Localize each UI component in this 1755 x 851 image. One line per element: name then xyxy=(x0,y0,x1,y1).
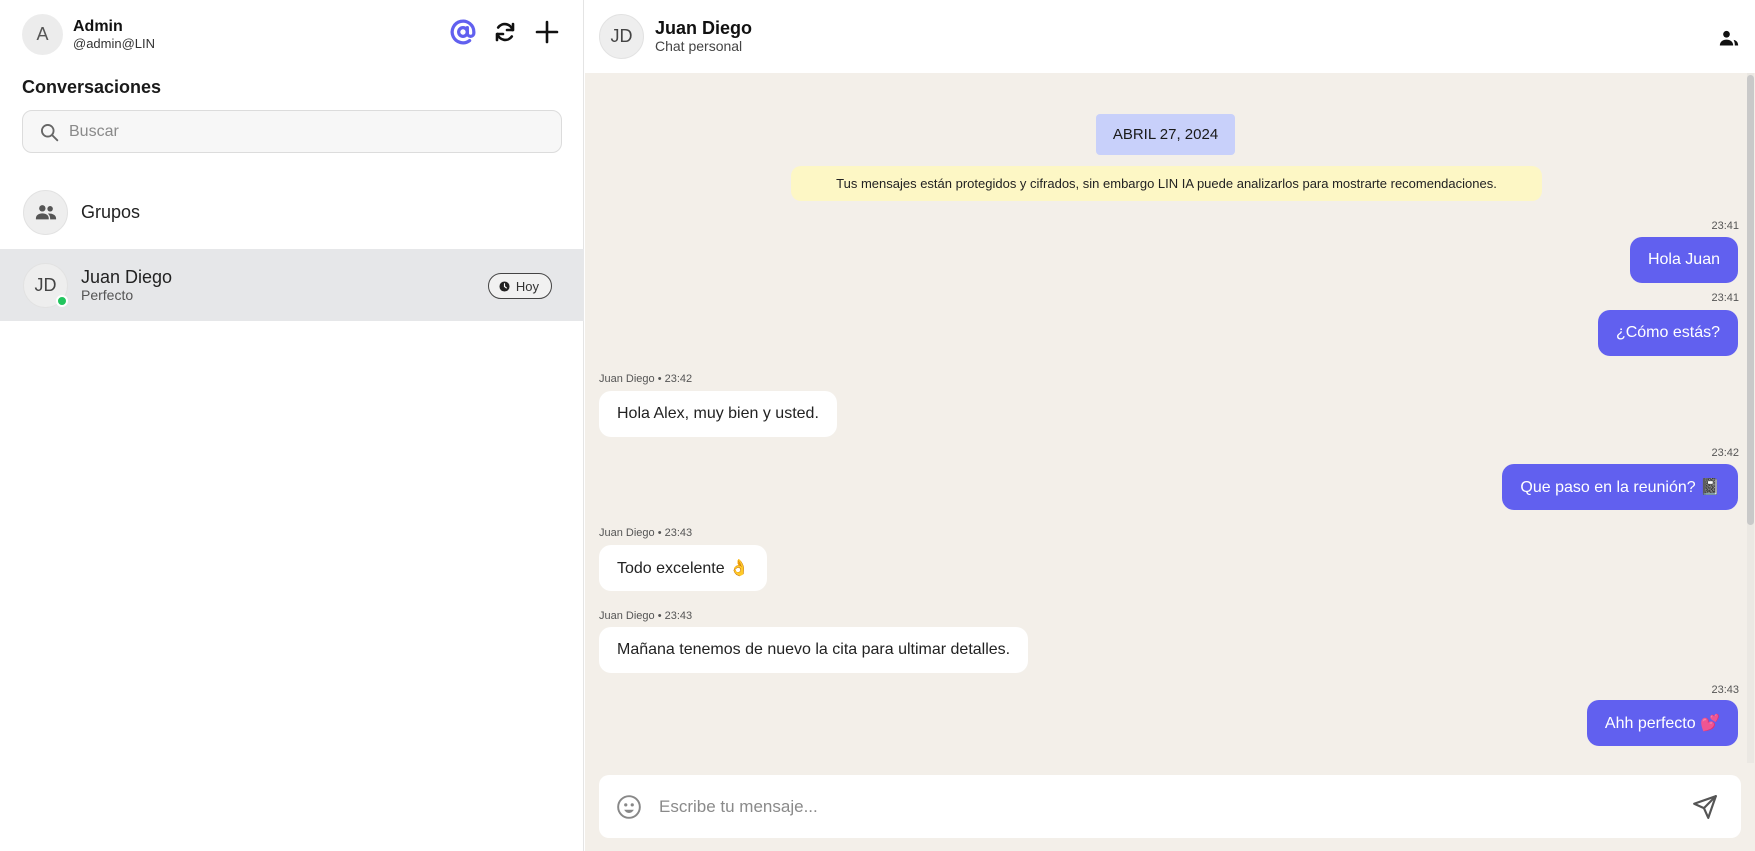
chat-subtitle: Chat personal xyxy=(655,38,743,54)
conversations-title: Conversaciones xyxy=(22,77,162,97)
user-handle: @admin@LIN xyxy=(73,35,156,51)
contacts-icon xyxy=(1719,30,1739,46)
message-bubble-incoming[interactable]: Hola Alex, muy bien y usted. xyxy=(599,391,837,437)
messages-scrollbar[interactable] xyxy=(1747,73,1754,763)
emoji-icon xyxy=(617,794,641,819)
message-bubble-outgoing[interactable]: ¿Cómo estás? xyxy=(1597,310,1738,356)
message-bubble-outgoing[interactable]: Ahh perfecto 💕 xyxy=(1586,700,1738,746)
message-time: 23:41 xyxy=(1711,292,1739,304)
emoji-button[interactable] xyxy=(615,793,643,821)
refresh-button[interactable] xyxy=(491,18,519,46)
chat-contact-name: Juan Diego xyxy=(655,18,753,38)
conversation-item-juan-diego[interactable]: JD Juan Diego Perfecto Hoy xyxy=(0,249,584,321)
message-time: 23:43 xyxy=(1711,684,1739,696)
sidebar: A Admin @admin@LIN Conversaciones Grupos… xyxy=(0,0,584,851)
new-conversation-button[interactable] xyxy=(533,18,561,46)
send-icon xyxy=(1693,795,1717,819)
groups-item[interactable]: Grupos xyxy=(0,176,584,248)
messages-list[interactable]: ABRIL 27, 2024 Tus mensajes están proteg… xyxy=(585,73,1747,763)
message-time: 23:42 xyxy=(1711,447,1739,459)
message-sender-meta: Juan Diego • 23:43 xyxy=(599,610,693,622)
conversation-time: Hoy xyxy=(515,278,539,294)
search-input[interactable] xyxy=(69,122,539,141)
send-button[interactable] xyxy=(1691,793,1719,821)
online-status-dot xyxy=(56,294,68,307)
contacts-button[interactable] xyxy=(1715,24,1743,52)
message-sender-meta: Juan Diego • 23:43 xyxy=(599,527,693,539)
chat-header: JD Juan Diego Chat personal xyxy=(585,0,1755,73)
message-time: 23:41 xyxy=(1711,220,1739,232)
message-bubble-incoming[interactable]: Mañana tenemos de nuevo la cita para ult… xyxy=(599,627,1029,673)
conversation-time-badge: Hoy xyxy=(487,273,552,299)
date-separator: ABRIL 27, 2024 xyxy=(1096,114,1235,155)
conversation-avatar: JD xyxy=(23,262,68,308)
refresh-icon xyxy=(495,22,515,42)
message-bubble-outgoing[interactable]: Que paso en la reunión? 📓 xyxy=(1502,464,1738,510)
message-sender-meta: Juan Diego • 23:42 xyxy=(599,373,693,385)
groups-avatar xyxy=(23,189,68,235)
mentions-button[interactable] xyxy=(449,18,477,46)
user-profile[interactable]: A Admin @admin@LIN xyxy=(22,14,155,55)
conversation-initials: JD xyxy=(34,274,57,295)
conversation-preview: Perfecto xyxy=(81,287,134,303)
conversation-name: Juan Diego xyxy=(81,267,173,287)
groups-label: Grupos xyxy=(81,202,141,222)
at-sign-icon xyxy=(450,19,476,45)
groups-icon xyxy=(35,205,56,220)
message-input[interactable] xyxy=(659,796,1725,817)
chat-avatar: JD xyxy=(599,14,644,59)
plus-icon xyxy=(535,20,559,44)
scrollbar-thumb[interactable] xyxy=(1747,75,1754,525)
message-composer xyxy=(599,775,1741,838)
chat-panel: JD Juan Diego Chat personal ABRIL 27, 20… xyxy=(585,0,1755,851)
message-bubble-outgoing[interactable]: Hola Juan xyxy=(1629,237,1738,283)
clock-icon xyxy=(499,280,510,292)
encryption-notice: Tus mensajes están protegidos y cifrados… xyxy=(791,166,1542,201)
search-box[interactable] xyxy=(22,110,562,153)
user-name: Admin xyxy=(73,17,123,35)
user-avatar: A xyxy=(22,14,63,55)
search-icon xyxy=(41,123,59,141)
message-bubble-incoming[interactable]: Todo excelente 👌 xyxy=(599,545,767,591)
